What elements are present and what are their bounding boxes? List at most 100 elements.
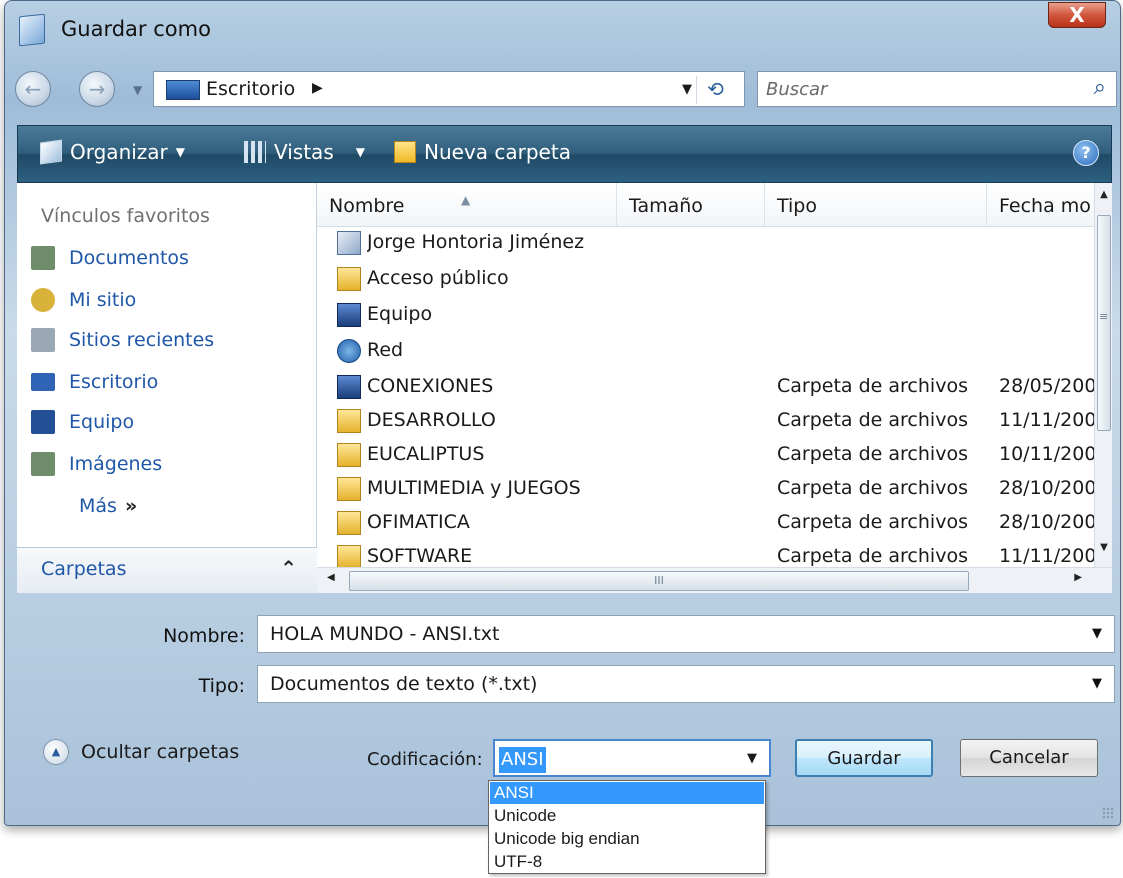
favorite-documentos[interactable]: Documentos — [31, 243, 189, 273]
title-bar[interactable]: Guardar como X — [5, 1, 1120, 59]
encoding-option-ansi[interactable]: ANSI — [490, 782, 764, 804]
favorite-label: Imágenes — [69, 453, 163, 475]
favorite-imagenes[interactable]: Imágenes — [31, 449, 162, 479]
file-type: Carpeta de archivos — [777, 545, 968, 567]
encoding-select[interactable]: ANSI ▼ — [493, 739, 771, 777]
scroll-down-icon[interactable]: ▼ — [1095, 542, 1113, 553]
folder-icon — [337, 545, 361, 567]
breadcrumb-arrow-icon[interactable]: ▶ — [312, 80, 323, 96]
list-item[interactable]: Jorge Hontoria Jiménez — [317, 227, 1094, 261]
list-item[interactable]: CONEXIONES Carpeta de archivos 28/05/200 — [317, 371, 1094, 405]
file-type: Carpeta de archivos — [777, 443, 968, 465]
chevron-down-icon[interactable]: ▼ — [1092, 626, 1102, 641]
computer-icon — [337, 375, 361, 399]
encoding-option-utf8[interactable]: UTF-8 — [490, 851, 764, 873]
folder-icon — [337, 443, 361, 467]
scroll-right-icon[interactable]: ▶ — [1074, 572, 1082, 583]
scroll-thumb[interactable]: ≡ — [1097, 215, 1111, 431]
file-name: Acceso público — [367, 267, 509, 289]
chevron-down-icon: ▼ — [355, 145, 365, 159]
folders-label: Carpetas — [41, 558, 127, 580]
filetype-select[interactable]: Documentos de texto (*.txt) ▼ — [257, 665, 1115, 703]
new-folder-button[interactable]: Nueva carpeta — [394, 140, 571, 164]
address-dropdown-icon[interactable]: ▼ — [682, 82, 692, 97]
favorite-escritorio[interactable]: Escritorio — [31, 367, 158, 397]
file-name: OFIMATICA — [367, 511, 470, 533]
search-input[interactable] — [766, 76, 1066, 102]
file-type: Carpeta de archivos — [777, 477, 968, 499]
list-item[interactable]: MULTIMEDIA y JUEGOS Carpeta de archivos … — [317, 473, 1094, 507]
organize-icon — [40, 139, 62, 165]
encoding-option-unicode-big-endian[interactable]: Unicode big endian — [490, 828, 764, 850]
vertical-scrollbar[interactable]: ▲ ≡ ▼ — [1094, 183, 1112, 567]
horizontal-scrollbar[interactable]: ◀ III ▶ — [317, 567, 1112, 593]
search-box[interactable]: ⌕ — [757, 71, 1117, 107]
column-header-tipo[interactable]: Tipo — [765, 183, 987, 227]
user-folder-icon — [337, 231, 361, 255]
scroll-thumb[interactable]: III — [349, 571, 969, 591]
resize-grip[interactable] — [1102, 807, 1114, 819]
file-type: Carpeta de archivos — [777, 511, 968, 533]
favorite-mi-sitio[interactable]: Mi sitio — [31, 285, 136, 315]
images-icon — [31, 452, 55, 476]
file-name: DESARROLLO — [367, 409, 496, 431]
views-button[interactable]: Vistas ▼ — [244, 140, 365, 164]
window-title: Guardar como — [61, 17, 211, 41]
file-date: 28/10/200 — [999, 477, 1094, 499]
save-button[interactable]: Guardar — [795, 739, 933, 777]
folders-toggle[interactable]: Carpetas ⌃ — [17, 547, 317, 593]
new-folder-label: Nueva carpeta — [424, 140, 571, 164]
column-header-nombre[interactable]: ▲ Nombre — [317, 183, 617, 227]
list-item[interactable]: OFIMATICA Carpeta de archivos 28/10/200 — [317, 507, 1094, 541]
close-button[interactable]: X — [1048, 2, 1106, 28]
chevron-down-icon[interactable]: ▼ — [1092, 676, 1102, 691]
folder-icon — [337, 511, 361, 535]
more-label: Más — [79, 495, 117, 517]
favorite-equipo[interactable]: Equipo — [31, 407, 134, 437]
file-name: SOFTWARE — [367, 545, 473, 567]
hide-folders-button[interactable]: ▲ Ocultar carpetas — [43, 739, 239, 765]
navigation-pane: Vínculos favoritos Documentos Mi sitio S… — [17, 183, 317, 593]
column-header-fecha[interactable]: Fecha mo — [987, 183, 1094, 227]
file-date: 10/11/200 — [999, 443, 1094, 465]
list-item[interactable]: SOFTWARE Carpeta de archivos 11/11/200 — [317, 541, 1094, 567]
new-folder-icon — [394, 141, 416, 163]
favorite-label: Documentos — [69, 247, 189, 269]
my-site-icon — [31, 288, 55, 312]
favorite-label: Mi sitio — [69, 289, 137, 311]
search-icon[interactable]: ⌕ — [1094, 75, 1106, 100]
file-type: Carpeta de archivos — [777, 409, 968, 431]
favorite-label: Equipo — [69, 411, 135, 433]
help-icon[interactable]: ? — [1073, 140, 1099, 166]
list-item[interactable]: Acceso público — [317, 263, 1094, 297]
back-button[interactable]: ← — [15, 71, 51, 107]
encoding-value: ANSI — [499, 747, 546, 773]
refresh-button[interactable]: ⟲ — [696, 76, 734, 104]
address-bar[interactable]: Escritorio ▶ ▼ ⟲ — [153, 71, 745, 107]
list-item[interactable]: EUCALIPTUS Carpeta de archivos 10/11/200 — [317, 439, 1094, 473]
list-item[interactable]: Equipo — [317, 299, 1094, 333]
chevron-down-icon[interactable]: ▼ — [747, 751, 757, 766]
recent-pages-dropdown-icon[interactable]: ▼ — [133, 83, 142, 97]
favorite-label: Sitios recientes — [69, 329, 215, 351]
filename-field[interactable]: HOLA MUNDO - ANSI.txt ▼ — [257, 615, 1115, 653]
scroll-left-icon[interactable]: ◀ — [327, 572, 335, 583]
forward-button[interactable]: → — [79, 71, 115, 107]
address-text[interactable]: Escritorio — [206, 78, 295, 100]
navigation-bar: ← → ▼ Escritorio ▶ ▼ ⟲ ⌕ — [5, 63, 1120, 113]
list-item[interactable]: Red — [317, 335, 1094, 369]
column-header-tamano[interactable]: Tamaño — [617, 183, 765, 227]
scroll-up-icon[interactable]: ▲ — [1095, 189, 1113, 200]
file-name: Red — [367, 339, 404, 361]
favorite-sitios-recientes[interactable]: Sitios recientes — [31, 325, 214, 355]
chevron-down-icon: ▼ — [175, 145, 186, 159]
more-favorites-link[interactable]: Más » — [79, 495, 137, 517]
save-as-dialog: Guardar como X ← → ▼ Escritorio ▶ ▼ ⟲ ⌕ … — [4, 0, 1121, 826]
encoding-option-unicode[interactable]: Unicode — [490, 805, 764, 827]
recent-sites-icon — [31, 328, 55, 352]
filename-value[interactable]: HOLA MUNDO - ANSI.txt — [270, 623, 499, 645]
list-item[interactable]: DESARROLLO Carpeta de archivos 11/11/200 — [317, 405, 1094, 439]
organize-button[interactable]: Organizar ▼ — [40, 139, 186, 165]
cancel-button[interactable]: Cancelar — [960, 739, 1098, 777]
file-list[interactable]: ▲ Nombre Tamaño Tipo Fecha mo Jorge Hont… — [317, 183, 1094, 567]
